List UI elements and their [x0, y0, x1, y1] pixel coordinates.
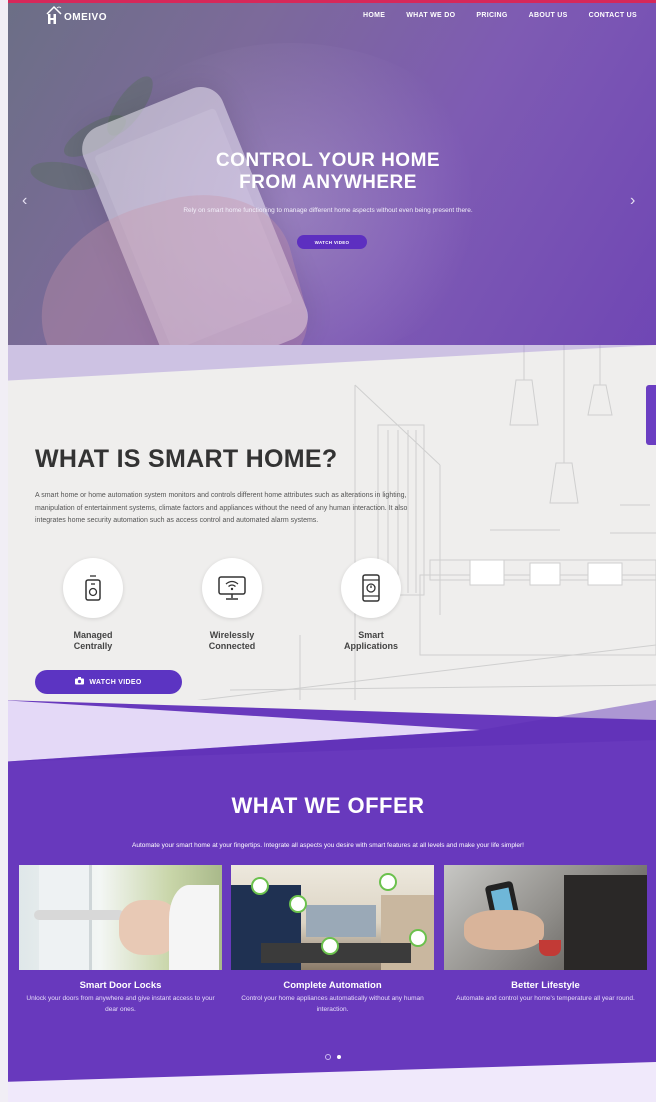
feature-label-line-1: Managed [73, 630, 113, 640]
logo[interactable]: OMEIVO [45, 5, 108, 24]
feature-wirelessly-connected: Wirelessly Connected [187, 558, 277, 652]
carousel-dots [325, 1054, 341, 1060]
house-logo-icon [45, 5, 63, 24]
card-description: Unlock your doors from anywhere and give… [26, 995, 215, 1013]
what-is-watch-video-button[interactable]: WATCH VIDEO [35, 670, 182, 694]
nav-what-we-do[interactable]: WHAT WE DO [406, 12, 455, 19]
offer-card-smart-door-locks[interactable]: Smart Door Locks Unlock your doors from … [19, 865, 222, 1015]
hero-subtitle: Rely on smart home functioning to manage… [183, 207, 473, 214]
hero-watch-video-button[interactable]: WATCH VIDEO [297, 235, 367, 249]
feature-label-line-2: Applications [343, 641, 398, 651]
hero-title-line-1: CONTROL YOUR HOME [215, 150, 441, 171]
watch-video-label: WATCH VIDEO [89, 678, 142, 686]
nav-about-us[interactable]: ABOUT US [529, 12, 568, 19]
main-nav: HOME WHAT WE DO PRICING ABOUT US CONTACT… [363, 12, 637, 19]
carousel-dot-1[interactable] [325, 1054, 331, 1060]
hero-title: CONTROL YOUR HOME FROM ANYWHERE [0, 150, 656, 194]
what-is-title: WHAT IS SMART HOME? [35, 445, 338, 473]
offer-subtitle: Automate your smart home at your fingert… [132, 842, 524, 849]
feature-label-line-2: Connected [208, 641, 256, 651]
offer-title: WHAT WE OFFER [231, 793, 425, 818]
card-description: Automate and control your home's tempera… [456, 995, 635, 1002]
side-feedback-tab[interactable] [646, 385, 656, 445]
feature-label-line-2: Centrally [73, 641, 113, 651]
lifestyle-image [444, 865, 647, 970]
hero-title-line-2: FROM ANYWHERE [239, 172, 417, 193]
offer-card-complete-automation[interactable]: Complete Automation Control your home ap… [231, 865, 434, 1015]
nav-pricing[interactable]: PRICING [476, 12, 507, 19]
camera-icon [75, 677, 85, 687]
page: OMEIVO HOME WHAT WE DO PRICING ABOUT US … [0, 0, 656, 1102]
feature-smart-applications: Smart Applications [326, 558, 416, 652]
card-title: Complete Automation [283, 980, 382, 991]
remote-icon [85, 575, 101, 601]
nav-contact-us[interactable]: CONTACT US [589, 12, 637, 19]
carousel-dot-2[interactable] [337, 1055, 341, 1059]
card-title: Smart Door Locks [79, 980, 162, 991]
logo-text: OMEIVO [64, 12, 108, 23]
feature-label-line-1: Smart [358, 630, 384, 640]
smartphone-app-icon [362, 574, 380, 602]
door-lock-image [19, 865, 222, 970]
offer-card-better-lifestyle[interactable]: Better Lifestyle Automate and control yo… [444, 865, 647, 1004]
feature-label-line-1: Wirelessly [209, 630, 255, 640]
living-room-image [231, 865, 434, 970]
card-title: Better Lifestyle [511, 980, 580, 991]
card-description: Control your home appliances automatical… [241, 995, 424, 1013]
nav-home[interactable]: HOME [363, 12, 385, 19]
monitor-wifi-icon [218, 576, 246, 600]
feature-managed-centrally: Managed Centrally [48, 558, 138, 652]
what-is-description: A smart home or home automation system m… [35, 492, 408, 524]
